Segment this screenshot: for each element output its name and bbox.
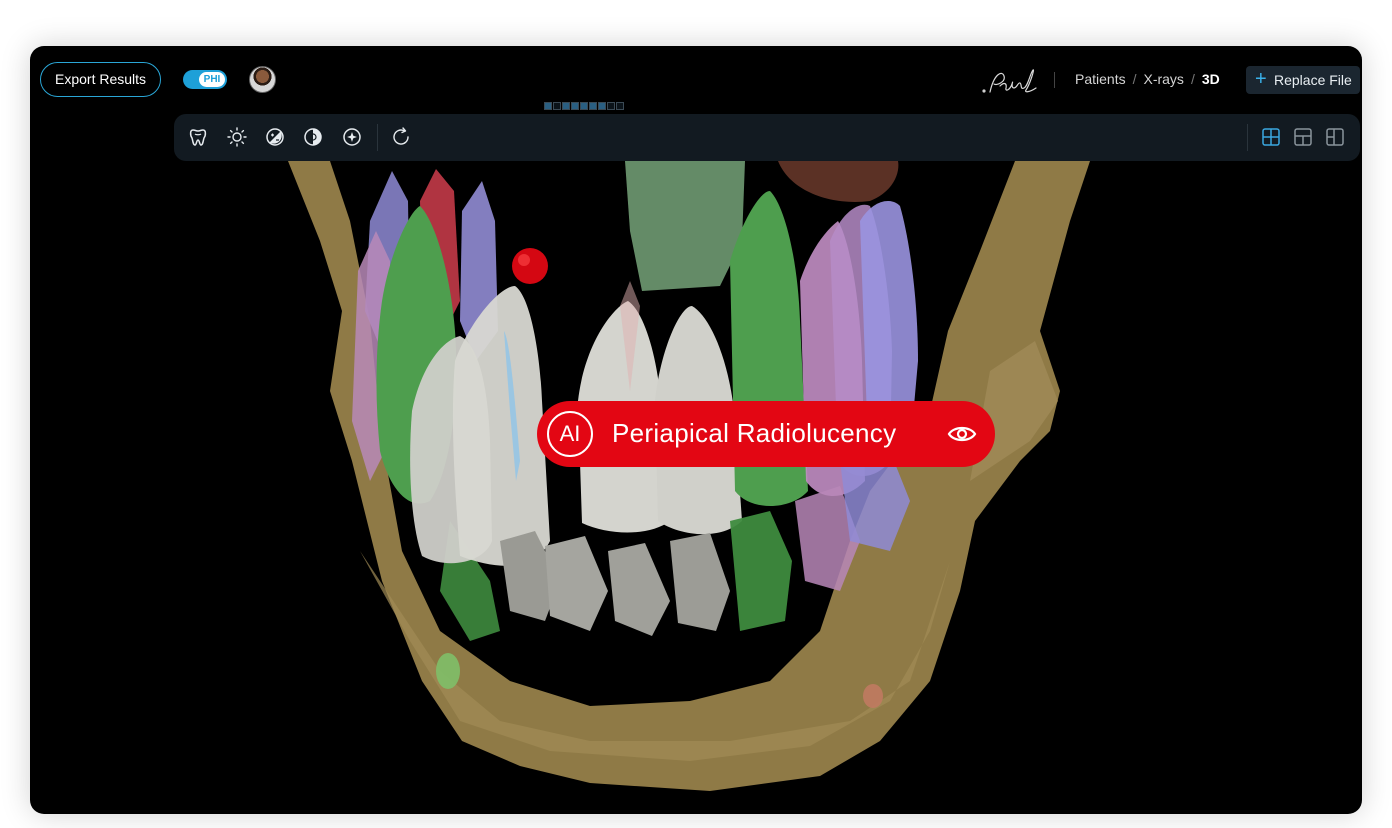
toolbar-divider	[1247, 124, 1248, 151]
breadcrumb-current: 3D	[1201, 71, 1220, 87]
image-toolbar	[174, 114, 1360, 161]
plus-icon: +	[1255, 68, 1267, 90]
slice-dot[interactable]	[580, 102, 588, 110]
sharpen-icon[interactable]	[340, 125, 364, 149]
breadcrumb-separator: /	[1190, 71, 1195, 87]
grid-layout-icon[interactable]	[1259, 125, 1283, 149]
export-results-button[interactable]: Export Results	[40, 62, 162, 97]
app-window: Export Results PHI Patients / X-rays / 3…	[30, 46, 1362, 814]
pearl-logo	[982, 69, 1037, 93]
rotate-icon[interactable]	[389, 125, 413, 149]
breadcrumb-xrays[interactable]: X-rays	[1143, 71, 1183, 87]
phi-toggle[interactable]: PHI	[183, 70, 227, 89]
slice-dot[interactable]	[598, 102, 606, 110]
breadcrumb: Patients / X-rays / 3D	[1075, 71, 1220, 87]
phi-toggle-label: PHI	[199, 72, 225, 87]
slice-dot[interactable]	[616, 102, 624, 110]
contrast-icon[interactable]	[263, 125, 287, 149]
finding-label: Periapical Radiolucency	[612, 418, 897, 448]
ai-finding-tag[interactable]: AI Periapical Radiolucency	[537, 401, 995, 467]
slice-indicator	[544, 102, 624, 110]
slice-dot[interactable]	[544, 102, 552, 110]
replace-file-button[interactable]: + Replace File	[1246, 66, 1360, 94]
split-horizontal-layout-icon[interactable]	[1291, 125, 1315, 149]
3d-viewport[interactable]: AI Periapical Radiolucency	[30, 161, 1362, 814]
jaw-3d-render	[288, 161, 1090, 791]
invert-icon[interactable]	[301, 125, 325, 149]
slice-dot[interactable]	[589, 102, 597, 110]
breadcrumb-patients[interactable]: Patients	[1075, 71, 1126, 87]
header-divider	[1054, 72, 1055, 88]
eye-icon[interactable]	[947, 420, 977, 448]
top-bar: Export Results PHI Patients / X-rays / 3…	[30, 46, 1362, 112]
slice-dot[interactable]	[571, 102, 579, 110]
slice-dot[interactable]	[553, 102, 561, 110]
slice-dot[interactable]	[562, 102, 570, 110]
ai-badge: AI	[547, 411, 593, 457]
brightness-icon[interactable]	[225, 125, 249, 149]
slice-dot[interactable]	[607, 102, 615, 110]
replace-file-label: Replace File	[1274, 72, 1352, 88]
toolbar-divider	[377, 124, 378, 151]
breadcrumb-separator: /	[1132, 71, 1137, 87]
tooth-icon[interactable]	[186, 125, 210, 149]
avatar[interactable]	[249, 66, 276, 93]
split-vertical-layout-icon[interactable]	[1323, 125, 1347, 149]
